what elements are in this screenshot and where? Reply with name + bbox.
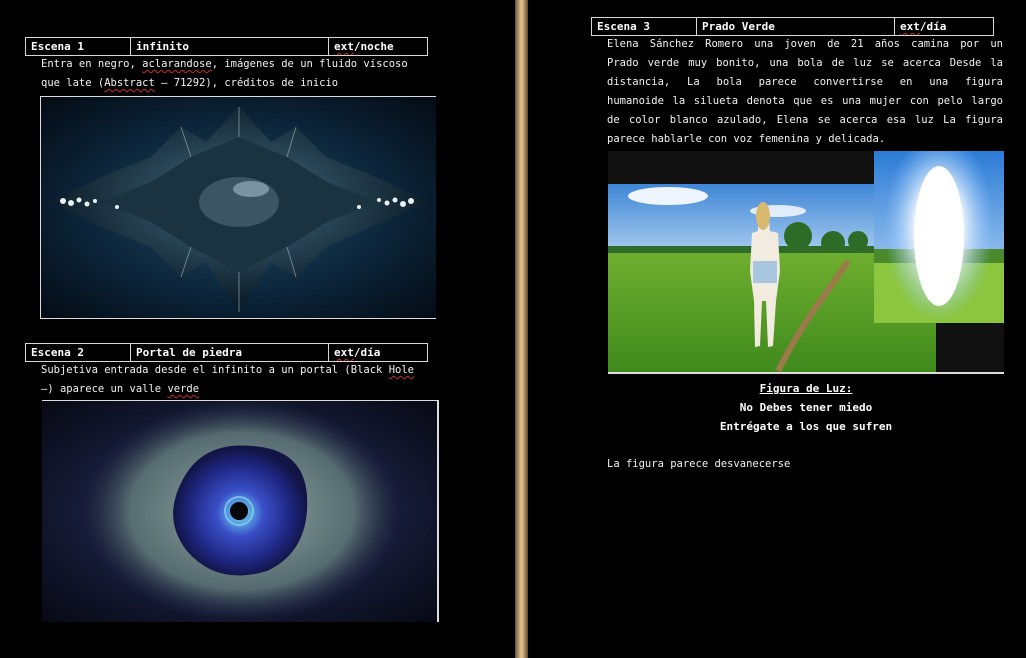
dialogue-character-label: Figura de Luz: [759, 382, 853, 395]
scene2-setting-rest: /día [353, 346, 381, 359]
scene1-spell-word-2: Abstract [104, 77, 155, 89]
scene3-setting: ext/día [895, 18, 993, 35]
scene2-spell-word: Hole [388, 364, 414, 376]
dialogue-character-name: Figura de Luz: [608, 379, 1004, 398]
scene3-description-line: Elena Sánchez Romero una joven de 21 año… [607, 38, 1003, 50]
scene1-text-a: Entra en negro, [41, 58, 143, 70]
scene3-description-line: Prado verde muy bonito, una bola de luz … [607, 57, 1003, 69]
scene2-spell-word-2: verde [167, 383, 200, 395]
scene3-title: Prado Verde [697, 18, 895, 35]
scene1-description-line2: que late (Abstract – 71292), créditos de… [41, 74, 338, 93]
scene1-spell-word: aclarandose [142, 58, 212, 70]
scene1-number: Escena 1 [26, 38, 131, 55]
scene3-meadow-image [608, 151, 1004, 374]
scene1-title: infinito [131, 38, 329, 55]
scene1-text-d: – 71292), créditos de inicio [154, 77, 339, 89]
scene2-setting: ext/día [329, 344, 427, 361]
scene3-description-line: humanoide la silueta denota que es una m… [607, 95, 1003, 107]
scene3-description: Elena Sánchez Romero una joven de 21 año… [607, 35, 1003, 149]
scene2-number: Escena 2 [26, 344, 131, 361]
scene2-black-hole-image [42, 400, 439, 622]
scene3-setting-ext: ext [900, 20, 920, 33]
scene3-setting-rest: /día [919, 20, 947, 33]
scene2-text-a: Subjetiva entrada desde el infinito a un… [41, 364, 389, 376]
dialogue-line-2: Entrégate a los que sufren [719, 420, 893, 433]
scene1-setting-ext: ext [334, 40, 354, 53]
scene2-text-b: –) aparece un valle [41, 383, 168, 395]
scene3-description-line: parece hablarle con voz femenina y delic… [607, 133, 886, 145]
scene2-description-line1: Subjetiva entrada desde el infinito a un… [41, 361, 414, 380]
dialogue-line-1: No Debes tener miedo [739, 401, 873, 414]
scene2-title: Portal de piedra [131, 344, 329, 361]
scene2-description-line2: –) aparece un valle verde [41, 380, 199, 399]
scene1-setting: ext/noche [329, 38, 427, 55]
scene1-abstract-fluid-image [40, 96, 436, 319]
scene1-header-table: Escena 1 infinito ext/noche [25, 37, 428, 56]
scene1-description-line1: Entra en negro, aclarandose, imágenes de… [41, 55, 408, 74]
scene3-description-line: distancia, La bola parece convertirse en… [607, 76, 1003, 88]
scene3-header-table: Escena 3 Prado Verde ext/día [591, 17, 994, 36]
scene2-header-table: Escena 2 Portal de piedra ext/día [25, 343, 428, 362]
scene1-setting-rest: /noche [353, 40, 394, 53]
scene1-text-c: que late ( [41, 77, 105, 89]
scene1-text-b: , imágenes de un fluido viscoso [211, 58, 408, 70]
scene2-setting-ext: ext [334, 346, 354, 359]
scene3-description-line: de color blanco azulado, Elena se acerca… [607, 114, 1003, 126]
scene3-closing-action: La figura parece desvanecerse [607, 458, 791, 470]
book-gutter [515, 0, 528, 658]
scene3-number: Escena 3 [592, 18, 697, 35]
